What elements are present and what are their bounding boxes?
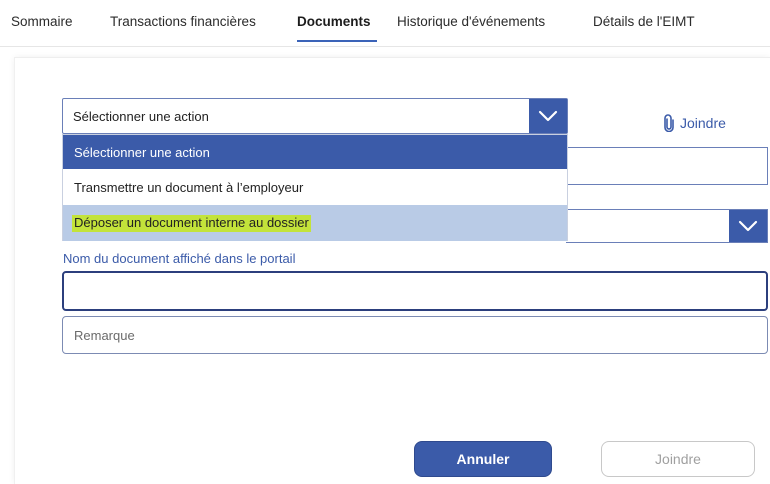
action-select[interactable]: Sélectionner une action	[62, 98, 568, 134]
chevron-down-icon[interactable]	[529, 99, 567, 133]
option-internal-document-label: Déposer un document interne au dossier	[72, 215, 311, 232]
tabs-divider	[0, 46, 770, 47]
option-send-to-employer[interactable]: Transmettre un document à l’employeur	[63, 170, 567, 204]
join-button[interactable]: Joindre	[601, 441, 755, 477]
cancel-button[interactable]: Annuler	[414, 441, 552, 477]
hidden-select[interactable]	[566, 209, 768, 243]
attach-link-label: Joindre	[680, 115, 726, 131]
option-select-action[interactable]: Sélectionner une action	[63, 135, 567, 169]
action-dropdown-list: Sélectionner une action Transmettre un d…	[62, 134, 568, 241]
attach-link[interactable]: Joindre	[664, 114, 726, 132]
remark-field[interactable]: Remarque	[62, 316, 768, 354]
document-name-input[interactable]	[62, 271, 768, 311]
tab-history[interactable]: Historique d'événements	[397, 14, 545, 29]
tab-documents[interactable]: Documents	[297, 14, 371, 29]
tab-transactions[interactable]: Transactions financières	[110, 14, 256, 29]
hidden-text-field[interactable]	[566, 147, 768, 185]
document-name-label: Nom du document affiché dans le portail	[63, 251, 296, 266]
tab-bar: Sommaire Transactions financières Docume…	[0, 0, 770, 46]
tab-summary[interactable]: Sommaire	[11, 14, 73, 29]
action-select-value: Sélectionner une action	[73, 109, 209, 124]
option-internal-document[interactable]: Déposer un document interne au dossier	[63, 205, 567, 241]
remark-placeholder: Remarque	[74, 328, 135, 343]
tab-details[interactable]: Détails de l'EIMT	[593, 14, 695, 29]
active-tab-indicator	[297, 40, 377, 42]
chevron-down-icon[interactable]	[729, 210, 767, 242]
paperclip-icon	[664, 114, 674, 132]
